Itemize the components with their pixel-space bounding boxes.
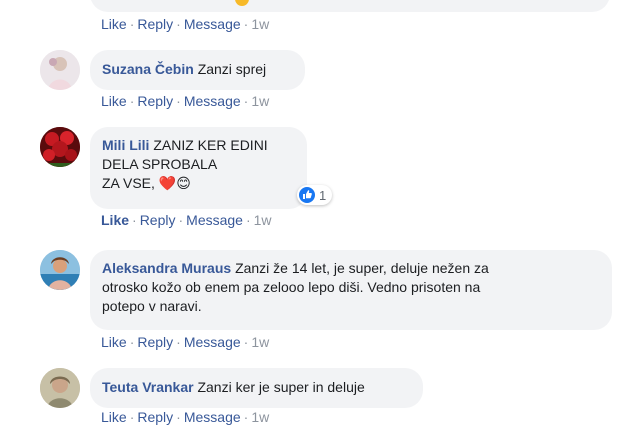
comment-text-line: otrosko kožo ob enem pa zelooo lepo diši… [102,279,481,295]
comment-author[interactable]: Teuta Vrankar [102,379,194,395]
message-link[interactable]: Message [186,212,243,228]
comment-text-line: DELA SPROBALA [102,156,218,172]
like-link[interactable]: Like [101,334,127,350]
avatar[interactable] [40,50,80,90]
comment-text-line: potepo v naravi. [102,298,202,314]
comment-actions: Like · Reply · Message · 1w [101,16,270,32]
message-link[interactable]: Message [184,409,241,425]
comment-bubble: Aleksandra Muraus Zanzi že 14 let, je su… [90,250,612,330]
timestamp[interactable]: 1w [251,334,269,350]
message-link[interactable]: Message [184,93,241,109]
comment-text-line: Zanzi že 14 let, je super, deluje nežen … [235,260,489,276]
comment-actions: Like · Reply · Message · 1w [101,409,270,425]
avatar[interactable] [40,127,80,167]
like-reaction-icon [299,187,315,203]
comment-bubble: Teuta Vrankar Zanzi ker je super in delu… [90,368,423,408]
reaction-count: 1 [319,187,327,203]
reply-link[interactable]: Reply [137,16,173,32]
reply-link[interactable]: Reply [137,334,173,350]
comment-bubble-partial [90,0,610,12]
comment-author[interactable]: Aleksandra Muraus [102,260,231,276]
timestamp[interactable]: 1w [251,409,269,425]
message-link[interactable]: Message [184,16,241,32]
reply-link[interactable]: Reply [140,212,176,228]
avatar[interactable] [40,368,80,408]
reply-link[interactable]: Reply [137,93,173,109]
avatar[interactable] [40,250,80,290]
comment-actions: Like · Reply · Message · 1w [101,93,270,109]
like-link[interactable]: Like [101,93,127,109]
like-link[interactable]: Like [101,212,129,228]
comment-text: Zanzi ker je super in deluje [197,379,365,395]
like-link[interactable]: Like [101,409,127,425]
reply-link[interactable]: Reply [137,409,173,425]
message-link[interactable]: Message [184,334,241,350]
like-link[interactable]: Like [101,16,127,32]
timestamp[interactable]: 1w [254,212,272,228]
comment-text-line: ZA VSE, [102,175,155,191]
comment-text-line: ZANIZ KER EDINI [153,137,268,153]
comment-actions: Like · Reply · Message · 1w [101,212,272,228]
comment-text: Zanzi sprej [197,61,267,77]
heart-smile-emoji: ❤️😊 [158,175,191,191]
comment-actions: Like · Reply · Message · 1w [101,334,270,350]
timestamp[interactable]: 1w [251,93,269,109]
comment-bubble: Suzana Čebin Zanzi sprej [90,50,305,90]
comment-author[interactable]: Suzana Čebin [102,61,194,77]
reaction-summary[interactable]: 1 [297,185,333,205]
comment-author[interactable]: Mili Lili [102,137,149,153]
timestamp[interactable]: 1w [251,16,269,32]
comment-bubble: Mili Lili ZANIZ KER EDINI DELA SPROBALA … [90,127,307,209]
